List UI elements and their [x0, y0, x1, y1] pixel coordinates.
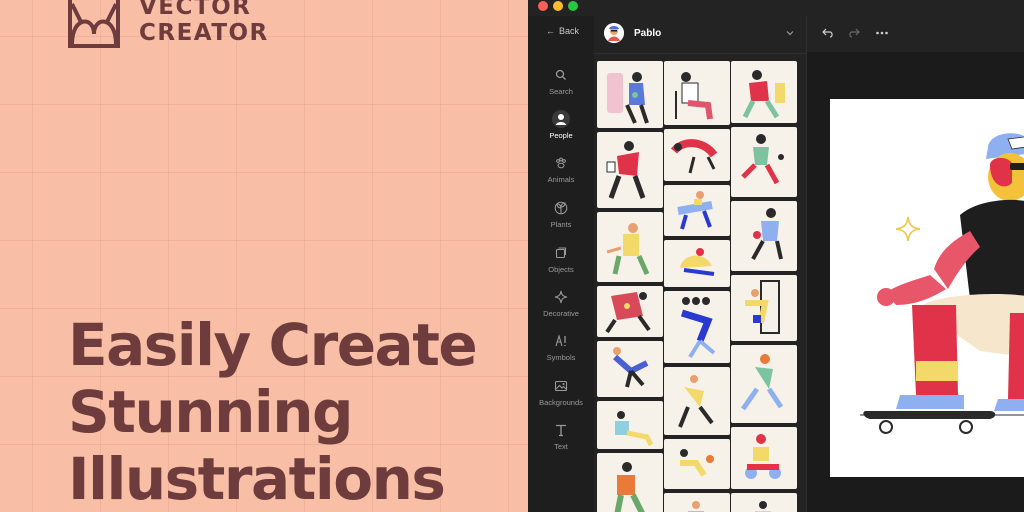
illustration-thumbnail[interactable]	[664, 61, 730, 125]
paw-icon	[556, 157, 566, 169]
sidebar-item-label: Text	[554, 442, 568, 451]
sidebar-item-label: Backgrounds	[539, 398, 583, 407]
sidebar-item-people[interactable]: People	[528, 110, 594, 140]
illustration-thumbnail[interactable]	[664, 291, 730, 363]
sidebar-item-label: Symbols	[546, 353, 576, 362]
symbols-icon	[555, 334, 566, 347]
headline-line-2: Stunning	[68, 378, 354, 446]
illustration-thumbnail[interactable]	[664, 185, 730, 236]
illustration-thumbnail[interactable]	[731, 127, 797, 197]
illustration-thumbnail[interactable]	[597, 286, 663, 337]
brand-line-2: CREATOR	[139, 20, 269, 46]
illustration-thumbnail[interactable]	[664, 367, 730, 435]
headline: Easily Create Stunning Illustrations	[68, 311, 478, 512]
sidebar-item-plants[interactable]: Plants	[528, 201, 594, 229]
category-sidebar: ← Back Search People Animals Plants Objec…	[528, 16, 594, 512]
vector-creator-logo-icon	[68, 0, 120, 48]
promo-panel: VECTOR CREATOR Easily Create Stunning Il…	[0, 0, 528, 512]
sidebar-item-decorative[interactable]: Decorative	[528, 290, 594, 318]
more-icon[interactable]	[875, 26, 889, 40]
illustration-thumbnail[interactable]	[597, 401, 663, 449]
search-icon	[555, 69, 566, 80]
illustration-thumbnail[interactable]	[597, 132, 663, 208]
maximize-window-button[interactable]	[568, 1, 578, 11]
title-bar	[528, 0, 1024, 16]
illustration-gallery	[594, 54, 806, 512]
sparkle-icon	[554, 290, 568, 304]
plant-icon	[554, 201, 568, 215]
skateboarder-illustration	[860, 133, 1024, 434]
brand-line-1: VECTOR	[139, 0, 252, 20]
pack-name: Pablo	[634, 28, 662, 39]
illustration-thumbnail[interactable]	[731, 345, 797, 423]
illustration-thumbnail[interactable]	[597, 212, 663, 282]
sidebar-item-search[interactable]: Search	[528, 68, 594, 96]
sidebar-item-symbols[interactable]: Symbols	[528, 334, 594, 362]
illustration-thumbnail[interactable]	[597, 61, 663, 128]
editor-canvas[interactable]	[806, 52, 1024, 512]
sidebar-item-label: Plants	[550, 220, 572, 229]
app-window: ← Back Search People Animals Plants Objec…	[528, 0, 1024, 512]
pack-avatar	[604, 23, 624, 43]
image-icon	[554, 380, 568, 392]
sidebar-item-backgrounds[interactable]: Backgrounds	[528, 379, 594, 407]
pack-selector[interactable]: Pablo	[594, 16, 806, 54]
illustration-thumbnail[interactable]	[731, 61, 797, 123]
back-label: Back	[559, 26, 580, 36]
illustration-thumbnail[interactable]	[664, 129, 730, 181]
sidebar-item-animals[interactable]: Animals	[528, 156, 594, 184]
person-icon	[552, 110, 570, 128]
back-button[interactable]: ← Back	[546, 26, 579, 36]
artboard[interactable]	[830, 99, 1024, 477]
close-window-button[interactable]	[538, 1, 548, 11]
sidebar-item-label: Decorative	[543, 309, 579, 318]
illustration-thumbnail[interactable]	[731, 275, 797, 341]
illustration-thumbnail[interactable]	[731, 493, 797, 512]
redo-icon[interactable]	[847, 26, 861, 40]
arrow-left-icon: ←	[546, 26, 555, 36]
illustration-thumbnail[interactable]	[597, 453, 663, 512]
illustration-thumbnail[interactable]	[731, 201, 797, 271]
headline-line-1: Easily Create	[68, 311, 478, 379]
illustration-thumbnail[interactable]	[731, 427, 797, 489]
headline-line-3: Illustrations	[68, 445, 446, 512]
minimize-window-button[interactable]	[553, 1, 563, 11]
sidebar-item-label: Objects	[548, 265, 574, 274]
sidebar-item-label: Animals	[547, 175, 575, 184]
illustration-thumbnail[interactable]	[664, 439, 730, 489]
illustration-thumbnail[interactable]	[597, 341, 663, 397]
illustration-thumbnail[interactable]	[664, 240, 730, 287]
editor-toolbar	[806, 16, 1024, 52]
text-icon	[556, 424, 566, 437]
brand-name: VECTOR CREATOR	[139, 0, 269, 46]
sidebar-item-label: People	[549, 131, 573, 140]
objects-icon	[555, 247, 567, 259]
chevron-down-icon	[786, 31, 794, 36]
undo-icon[interactable]	[821, 26, 835, 40]
sidebar-item-objects[interactable]: Objects	[528, 246, 594, 274]
sidebar-item-text[interactable]: Text	[528, 423, 594, 451]
illustration-thumbnail[interactable]	[664, 493, 730, 512]
sidebar-item-label: Search	[549, 87, 573, 96]
